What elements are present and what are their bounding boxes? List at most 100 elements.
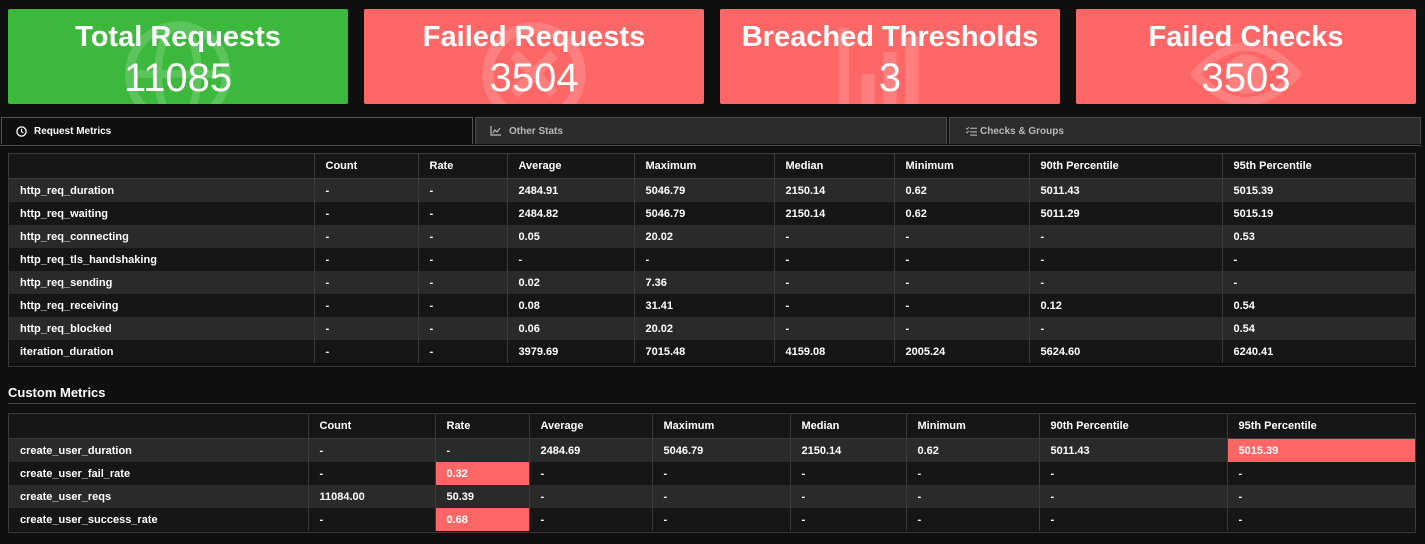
metric-value-cell: 2150.14 xyxy=(789,438,906,462)
column-header: 95th Percentile xyxy=(1226,414,1415,439)
metric-value-cell: - xyxy=(1226,508,1415,531)
column-header: Maximum xyxy=(651,414,790,439)
summary-cards: Total Requests 11085 Failed Requests 350… xyxy=(0,0,1425,112)
custom-metrics-table: Count Rate Average Maximum Median Minimu… xyxy=(9,414,1415,531)
metric-value-cell: 2005.24 xyxy=(893,340,1029,363)
metric-value-cell: 2484.69 xyxy=(528,438,652,462)
table-row: create_user_success_rate -0.68- - - - - - xyxy=(9,508,1415,531)
metric-value-cell: - xyxy=(313,340,418,363)
metric-value-cell: 5624.60 xyxy=(1028,340,1222,363)
tab-other-stats[interactable]: Other Stats xyxy=(475,117,947,144)
metric-value-cell: - xyxy=(1028,225,1222,248)
metric-value-cell: - xyxy=(905,485,1039,508)
metric-value-cell: 0.06 xyxy=(506,317,634,340)
metric-value-cell: 6240.41 xyxy=(1221,340,1415,363)
table-row: http_req_duration - -2484.91 5046.79 2150.14… xyxy=(9,178,1415,202)
metric-value-cell: - xyxy=(313,225,418,248)
card-value: 3504 xyxy=(489,56,579,100)
metric-value-cell: 5011.43 xyxy=(1038,438,1227,462)
metric-value-cell: 11084.00 xyxy=(307,485,435,508)
column-header: 90th Percentile xyxy=(1038,414,1227,439)
metric-value-cell: - xyxy=(651,508,790,531)
request-metrics-table: Count Rate Average Maximum Median Minimu… xyxy=(9,154,1415,363)
metric-name-cell: create_user_success_rate xyxy=(9,508,308,531)
metric-value-cell: - xyxy=(893,317,1029,340)
metric-value-cell: 5046.79 xyxy=(651,438,790,462)
table-header-row: Count Rate Average Maximum Median Minimu… xyxy=(9,154,1415,179)
column-header: 95th Percentile xyxy=(1221,154,1415,179)
metric-value-cell: - xyxy=(417,317,507,340)
section-divider xyxy=(8,403,1416,404)
metric-name-cell: http_req_receiving xyxy=(9,294,314,317)
custom-metrics-title: Custom Metrics xyxy=(8,385,106,400)
metric-value-cell: 0.68 xyxy=(434,508,529,531)
metric-value-cell: - xyxy=(773,248,894,271)
tab-bar: Request Metrics Other Stats Checks & Gro… xyxy=(0,117,1425,146)
metric-name-cell: create_user_fail_rate xyxy=(9,462,308,485)
metric-value-cell: - xyxy=(1028,248,1222,271)
chart-icon xyxy=(490,126,501,136)
metric-value-cell: - xyxy=(1038,485,1227,508)
column-header: Count xyxy=(307,414,435,439)
metric-value-cell: 4159.08 xyxy=(773,340,894,363)
column-header: Rate xyxy=(434,414,529,439)
metric-value-cell: - xyxy=(417,340,507,363)
table-row: http_req_connecting - -0.05 20.02- - -0.53 xyxy=(9,225,1415,248)
column-header: Average xyxy=(528,414,652,439)
metric-value-cell: - xyxy=(313,294,418,317)
table-row: http_req_tls_handshaking - - - - - - - - xyxy=(9,248,1415,271)
metric-value-cell: - xyxy=(773,271,894,294)
metric-value-cell: 0.05 xyxy=(506,225,634,248)
metric-value-cell: 5011.43 xyxy=(1028,178,1222,202)
metric-value-cell: - xyxy=(893,248,1029,271)
metric-value-cell: - xyxy=(417,225,507,248)
card-value: 3 xyxy=(878,56,902,100)
metric-value-cell: - xyxy=(1221,271,1415,294)
failed-requests-card: Failed Requests 3504 xyxy=(364,9,704,104)
table-row: http_req_blocked - -0.06 20.02- - -0.54 xyxy=(9,317,1415,340)
metric-value-cell: - xyxy=(1028,271,1222,294)
card-title: Breached Thresholds xyxy=(741,21,1039,53)
metric-value-cell: - xyxy=(417,202,507,225)
metric-value-cell: - xyxy=(1038,508,1227,531)
metric-value-cell: 7.36 xyxy=(633,271,774,294)
table-row: create_user_fail_rate -0.32- - - - - - xyxy=(9,462,1415,485)
column-header xyxy=(9,414,308,439)
metric-value-cell: 5015.19 xyxy=(1221,202,1415,225)
metric-value-cell: 20.02 xyxy=(633,225,774,248)
metric-value-cell: 0.62 xyxy=(905,438,1039,462)
metric-name-cell: iteration_duration xyxy=(9,340,314,363)
metric-value-cell: 5015.39 xyxy=(1221,178,1415,202)
table-header-row: Count Rate Average Maximum Median Minimu… xyxy=(9,414,1415,439)
metric-value-cell: - xyxy=(313,317,418,340)
metric-value-cell: 3979.69 xyxy=(506,340,634,363)
metric-value-cell: - xyxy=(789,508,906,531)
request-metrics-panel: Count Rate Average Maximum Median Minimu… xyxy=(8,153,1416,367)
metric-value-cell: - xyxy=(417,178,507,202)
metric-value-cell: - xyxy=(1221,248,1415,271)
metric-value-cell: - xyxy=(905,462,1039,485)
metric-value-cell: - xyxy=(633,248,774,271)
metric-value-cell: 0.54 xyxy=(1221,294,1415,317)
tab-checks-groups[interactable]: Checks & Groups xyxy=(949,117,1421,144)
list-check-icon xyxy=(966,126,977,136)
column-header xyxy=(9,154,314,179)
card-title: Failed Checks xyxy=(1148,21,1344,53)
metric-value-cell: - xyxy=(773,225,894,248)
metric-value-cell: - xyxy=(1226,462,1415,485)
metric-value-cell: - xyxy=(307,462,435,485)
tab-request-metrics[interactable]: Request Metrics xyxy=(1,117,473,144)
metric-value-cell: - xyxy=(528,462,652,485)
metric-value-cell: 0.53 xyxy=(1221,225,1415,248)
column-header: Median xyxy=(789,414,906,439)
column-header: Minimum xyxy=(893,154,1029,179)
clock-icon xyxy=(16,125,27,137)
metric-value-cell: 0.02 xyxy=(506,271,634,294)
metric-value-cell: 0.54 xyxy=(1221,317,1415,340)
metric-value-cell: 0.08 xyxy=(506,294,634,317)
column-header: 90th Percentile xyxy=(1028,154,1222,179)
metric-value-cell: - xyxy=(773,317,894,340)
metric-name-cell: http_req_waiting xyxy=(9,202,314,225)
tab-label: Request Metrics xyxy=(34,125,112,137)
metric-name-cell: create_user_duration xyxy=(9,438,308,462)
